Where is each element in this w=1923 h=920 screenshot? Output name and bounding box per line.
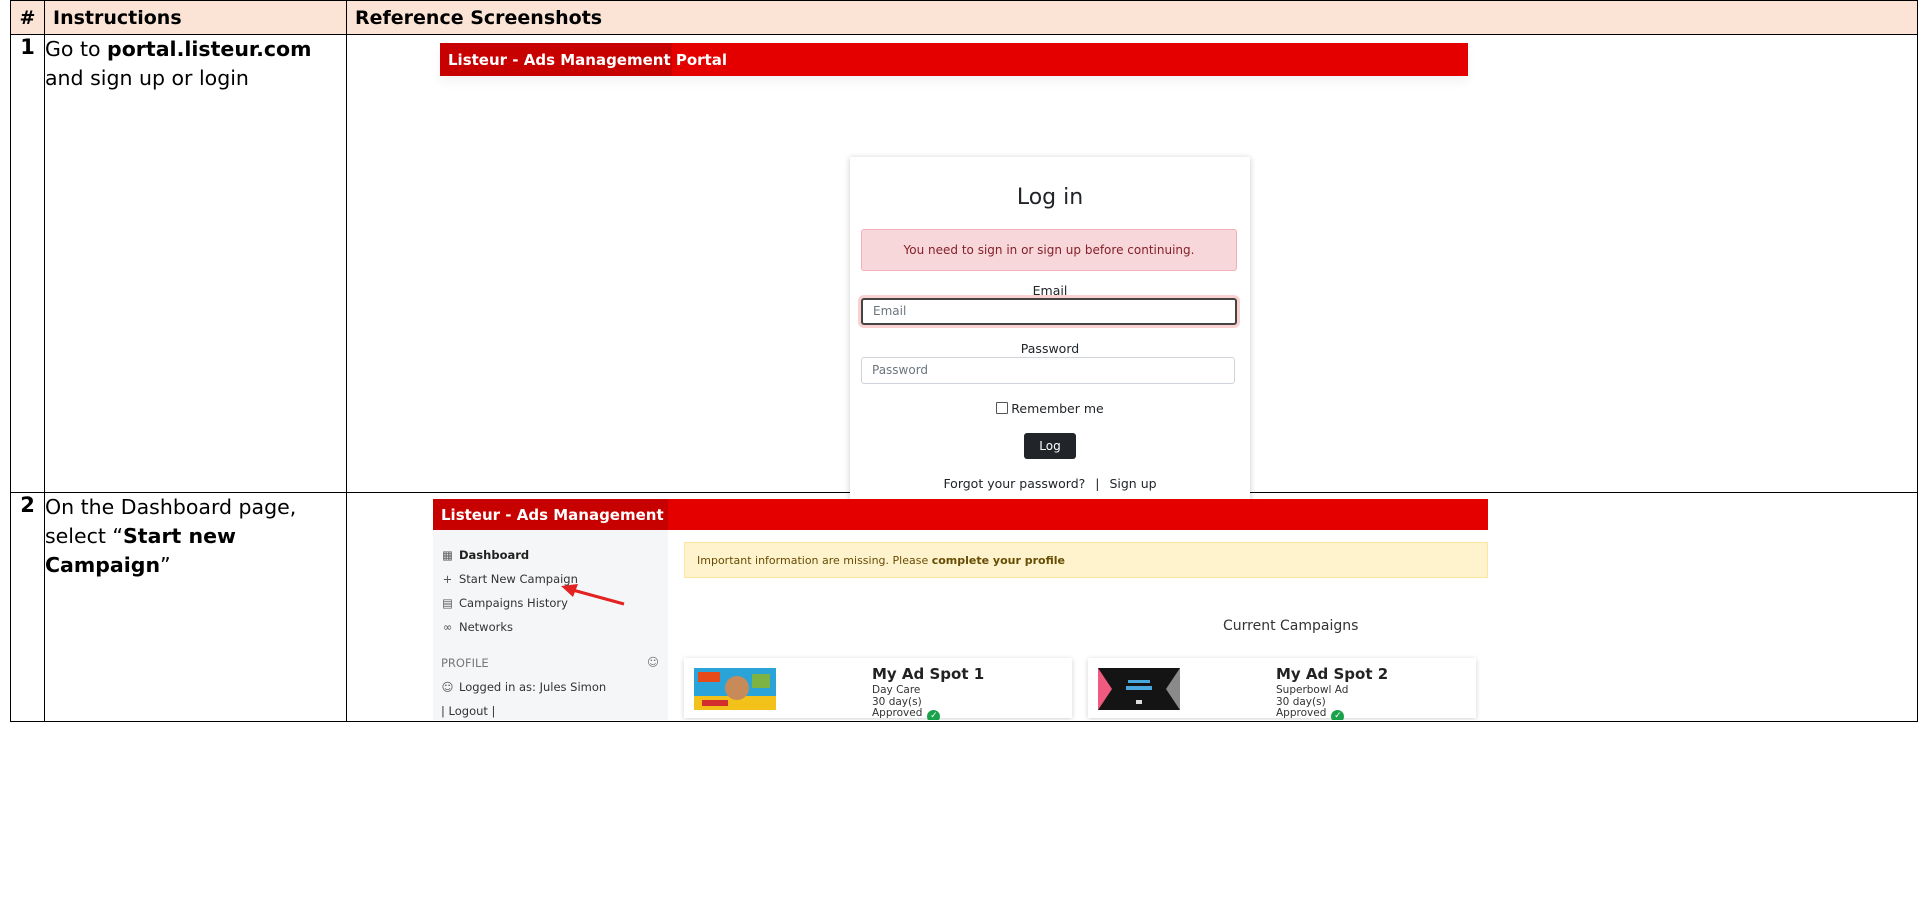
- password-field[interactable]: Password: [861, 357, 1235, 384]
- login-alert: You need to sign in or sign up before co…: [861, 229, 1237, 271]
- status-label: Approved: [1276, 707, 1327, 719]
- campaign-card[interactable]: My Ad Spot 2 Superbowl Ad 30 day(s) Appr…: [1088, 658, 1476, 720]
- profile-notice: Important information are missing. Pleas…: [684, 542, 1488, 578]
- campaign-name: My Ad Spot 1: [872, 665, 985, 683]
- profile-heading: PROFILE: [441, 656, 489, 670]
- portal-header-bar: Listeur - Ads Management Portal: [440, 43, 1468, 76]
- dashboard-header-bar: [668, 499, 1488, 530]
- campaign-thumbnail: [694, 668, 776, 710]
- campaign-status: Approved ✓: [872, 707, 941, 720]
- current-campaigns-heading: Current Campaigns: [1223, 618, 1359, 634]
- instruction-text: ”: [160, 553, 171, 577]
- row-number: 2: [10, 492, 45, 722]
- remember-label: Remember me: [1011, 401, 1104, 416]
- logout-link[interactable]: | Logout |: [441, 704, 495, 718]
- remember-checkbox[interactable]: [996, 402, 1009, 414]
- login-title: Log in: [1016, 185, 1084, 210]
- logged-in-label: Logged in as: Jules Simon: [459, 680, 607, 694]
- instructions-table: # Instructions Reference Screenshots 1 G…: [10, 0, 1918, 722]
- logged-in-as: ☺ Logged in as: Jules Simon: [441, 680, 607, 694]
- status-label: Approved: [872, 707, 923, 719]
- check-icon: ✓: [1331, 710, 1345, 720]
- password-label: Password: [1020, 341, 1080, 356]
- instruction-text: and sign up or login: [45, 66, 249, 90]
- login-button[interactable]: Log in: [1024, 433, 1076, 479]
- screenshot-cell: Listeur - Ads Management Portal ▦ Dashboa…: [346, 492, 1918, 722]
- remember-me[interactable]: Remember me: [850, 401, 1250, 416]
- login-links: Forgot your password? | Sign up: [850, 476, 1250, 491]
- instruction-cell: On the Dashboard page, select “Start new…: [44, 492, 347, 722]
- link-separator: |: [1095, 476, 1100, 491]
- screenshot-cell: Listeur - Ads Management Portal Log in Y…: [346, 34, 1918, 502]
- header-number: #: [10, 0, 45, 35]
- red-arrow-annotation: [561, 584, 625, 606]
- dashboard-screenshot: Listeur - Ads Management Portal ▦ Dashboa…: [347, 493, 1917, 720]
- table-row: 2 On the Dashboard page, select “Start n…: [10, 492, 1918, 722]
- portal-brand[interactable]: Listeur - Ads Management Portal: [448, 51, 727, 69]
- campaign-category: Superbowl Ad: [1276, 684, 1349, 696]
- campaign-name: My Ad Spot 2: [1276, 665, 1389, 683]
- check-icon: ✓: [927, 710, 941, 720]
- header-screenshots: Reference Screenshots: [346, 0, 1918, 35]
- instruction-text: Go to: [45, 37, 108, 61]
- campaign-card[interactable]: My Ad Spot 1 Day Care 30 day(s) Approved…: [684, 658, 1072, 720]
- login-screenshot: Listeur - Ads Management Portal Log in Y…: [347, 35, 1917, 502]
- campaign-thumbnail: [1098, 668, 1180, 710]
- campaign-status: Approved ✓: [1276, 707, 1345, 720]
- table-header-row: # Instructions Reference Screenshots: [10, 0, 1918, 35]
- complete-profile-link[interactable]: complete your profile: [932, 554, 1065, 567]
- email-field[interactable]: Email: [861, 298, 1237, 325]
- instruction-bold: portal.listeur.com: [107, 37, 312, 61]
- user-icon: ☺: [647, 655, 659, 669]
- campaign-category: Day Care: [872, 684, 921, 696]
- instruction-cell: Go to portal.listeur.com and sign up or …: [44, 34, 347, 493]
- forgot-password-link[interactable]: Forgot your password?: [943, 476, 1085, 491]
- login-card: Log in You need to sign in or sign up be…: [850, 157, 1250, 502]
- table-row: 1 Go to portal.listeur.com and sign up o…: [10, 34, 1918, 502]
- email-label: Email: [1032, 283, 1068, 298]
- row-number: 1: [10, 34, 45, 493]
- user-icon: ☺: [441, 680, 454, 694]
- sign-up-link[interactable]: Sign up: [1109, 476, 1156, 491]
- header-instructions: Instructions: [44, 0, 347, 35]
